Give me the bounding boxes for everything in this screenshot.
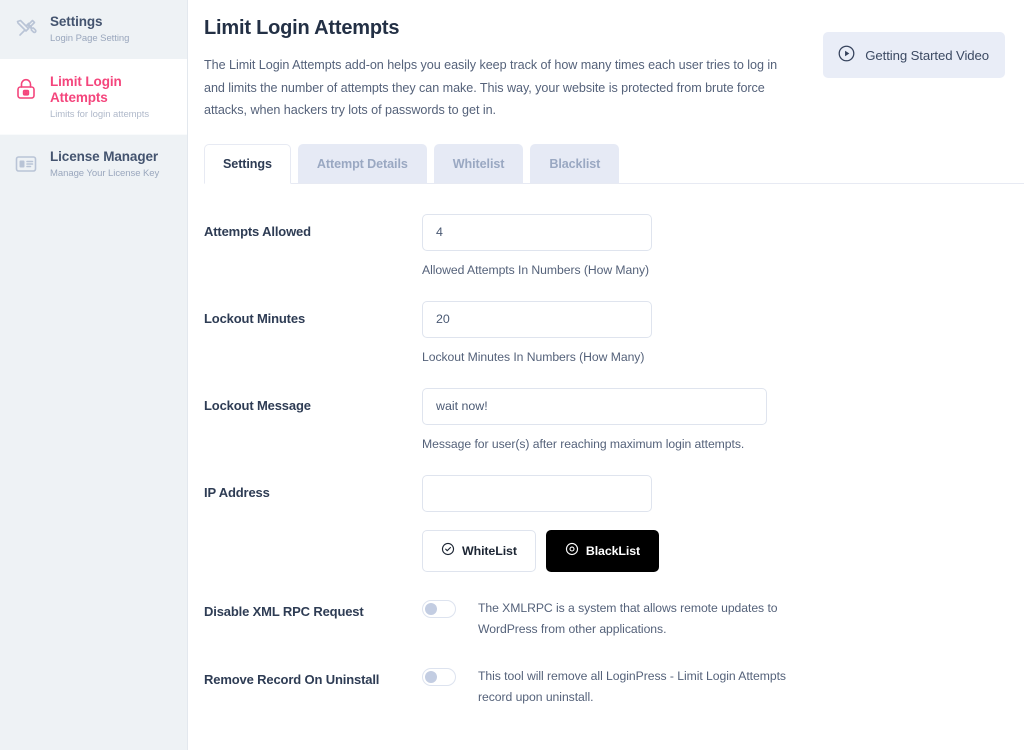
toggle-knob <box>425 602 437 615</box>
field-row-lockout-minutes: Lockout Minutes Lockout Minutes In Numbe… <box>204 300 1024 366</box>
tab-blacklist[interactable]: Blacklist <box>530 143 620 183</box>
sidebar-item-license-manager[interactable]: License Manager Manage Your License Key <box>0 134 187 193</box>
field-row-attempts-allowed: Attempts Allowed Allowed Attempts In Num… <box>204 213 1024 279</box>
toggle-knob <box>425 670 437 683</box>
remove-record-description: This tool will remove all LoginPress - L… <box>478 668 786 704</box>
tab-attempt-details-label: Attempt Details <box>316 156 408 171</box>
lockout-minutes-label: Lockout Minutes <box>204 310 306 326</box>
tab-attempt-details[interactable]: Attempt Details <box>297 143 427 183</box>
getting-started-video-button[interactable]: Getting Started Video <box>823 32 1005 78</box>
disable-xmlrpc-toggle[interactable] <box>422 599 456 618</box>
page-intro-text: The Limit Login Attempts add-on helps yo… <box>204 58 778 117</box>
tools-icon <box>12 15 40 43</box>
field-row-lockout-message: Lockout Message Message for user(s) afte… <box>204 387 1024 453</box>
getting-started-video-label: Getting Started Video <box>865 47 989 63</box>
disable-xmlrpc-label: Disable XML RPC Request <box>204 603 364 619</box>
tab-bar: Settings Attempt Details Whitelist Black… <box>204 143 1024 184</box>
sidebar-item-subtitle: Manage Your License Key <box>50 168 160 179</box>
lockout-message-input[interactable] <box>422 387 767 425</box>
remove-record-label: Remove Record On Uninstall <box>204 671 380 687</box>
whitelist-button-label: WhiteList <box>462 543 517 558</box>
ip-address-label: IP Address <box>204 484 270 500</box>
ip-address-input[interactable] <box>422 474 652 512</box>
field-row-remove-record: Remove Record On Uninstall This tool wil… <box>204 662 1024 708</box>
sidebar: Settings Login Page Setting Limit Login … <box>0 0 188 750</box>
sidebar-item-limit-login-attempts[interactable]: Limit Login Attempts Limits for login at… <box>0 59 187 134</box>
blacklist-button-label: BlackList <box>585 543 641 558</box>
ban-circle-icon <box>565 542 579 560</box>
sidebar-item-title: License Manager <box>50 149 159 164</box>
disable-xmlrpc-description: The XMLRPC is a system that allows remot… <box>478 600 778 636</box>
lockout-minutes-hint: Lockout Minutes In Numbers (How Many) <box>422 349 645 364</box>
sidebar-item-settings[interactable]: Settings Login Page Setting <box>0 0 187 59</box>
whitelist-button[interactable]: WhiteList <box>422 529 536 572</box>
id-card-icon <box>12 150 40 178</box>
tab-settings-label: Settings <box>223 156 272 171</box>
remove-record-toggle[interactable] <box>422 667 456 686</box>
sidebar-item-subtitle: Login Page Setting <box>50 33 130 44</box>
blacklist-button[interactable]: BlackList <box>545 529 660 572</box>
check-circle-icon <box>441 542 455 560</box>
lockout-message-label: Lockout Message <box>204 397 311 413</box>
lockout-message-hint: Message for user(s) after reaching maxim… <box>422 436 745 451</box>
tab-settings[interactable]: Settings <box>204 143 291 184</box>
play-circle-icon <box>837 44 856 66</box>
ip-list-buttons: WhiteList BlackList <box>422 529 1024 572</box>
attempts-allowed-hint: Allowed Attempts In Numbers (How Many) <box>422 262 650 277</box>
lockout-minutes-input[interactable] <box>422 300 652 338</box>
lock-icon <box>12 75 40 103</box>
field-row-disable-xmlrpc: Disable XML RPC Request The XMLRPC is a … <box>204 594 1024 640</box>
app-root: Settings Login Page Setting Limit Login … <box>0 0 1024 750</box>
attempts-allowed-label: Attempts Allowed <box>204 223 311 239</box>
sidebar-item-subtitle: Limits for login attempts <box>50 109 150 120</box>
tab-whitelist-label: Whitelist <box>452 156 505 171</box>
settings-form: Attempts Allowed Allowed Attempts In Num… <box>204 184 1024 750</box>
page-header: Limit Login Attempts The Limit Login Att… <box>204 14 1024 122</box>
sidebar-item-title: Limit Login Attempts <box>50 74 122 105</box>
page-title: Limit Login Attempts <box>204 17 400 39</box>
tab-blacklist-label: Blacklist <box>549 156 601 171</box>
attempts-allowed-input[interactable] <box>422 213 652 251</box>
field-row-ip-address: IP Address WhiteList BlackList <box>204 474 1024 572</box>
sidebar-item-title: Settings <box>50 14 103 29</box>
tab-whitelist[interactable]: Whitelist <box>433 143 524 183</box>
main-content: Limit Login Attempts The Limit Login Att… <box>188 0 1024 750</box>
